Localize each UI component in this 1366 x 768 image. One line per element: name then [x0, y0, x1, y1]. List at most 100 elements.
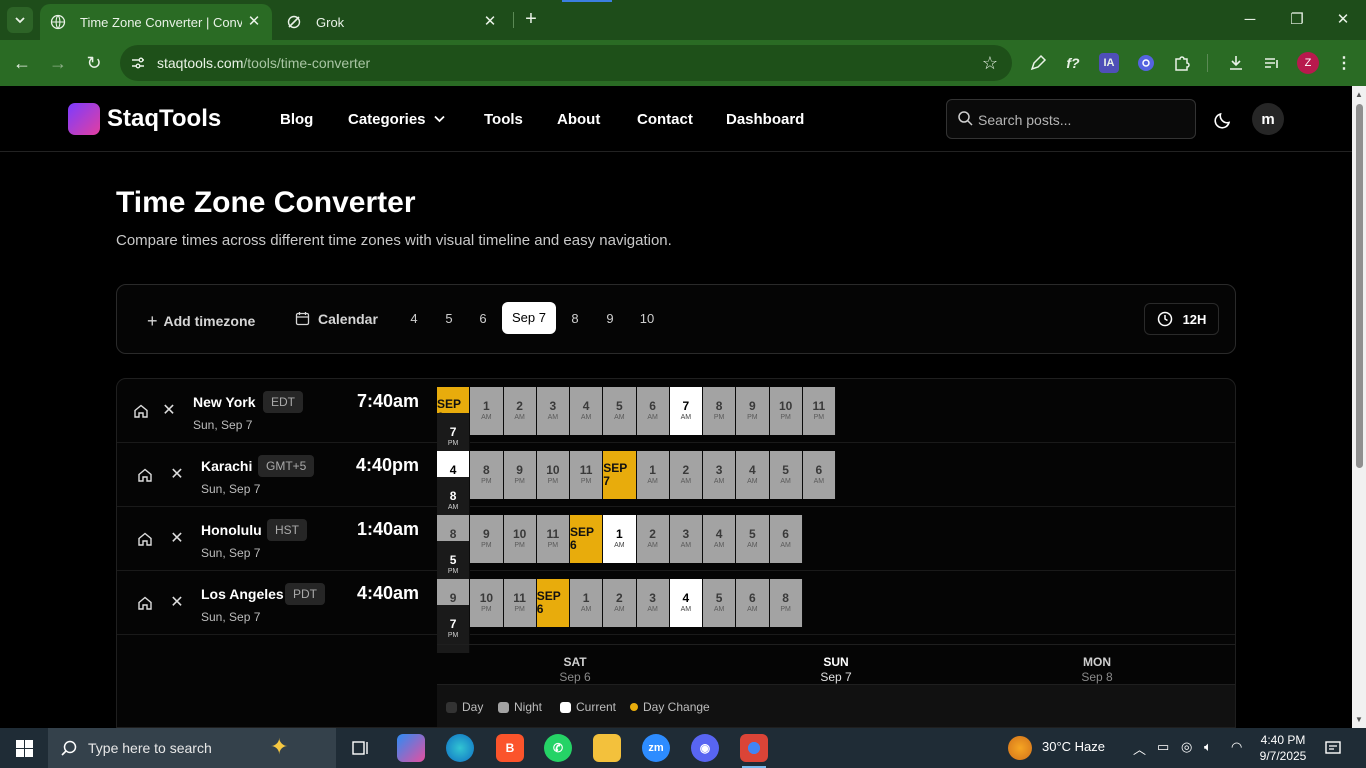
taskbar-clock[interactable]: 4:40 PM 9/7/2025: [1256, 732, 1310, 764]
hour-cell[interactable]: 10 PM: [536, 451, 570, 499]
browser-tab-grok[interactable]: Grok ✕: [276, 4, 508, 40]
scrollbar-thumb[interactable]: [1356, 104, 1363, 468]
hour-cell[interactable]: 1 AM: [470, 387, 504, 435]
hour-cell[interactable]: 11 PM: [570, 451, 604, 499]
tray-chevron-up-icon[interactable]: ︿: [1133, 739, 1146, 758]
back-icon[interactable]: ←: [11, 52, 33, 74]
hour-cell[interactable]: 5 AM: [736, 515, 770, 563]
current-hour-cell[interactable]: 1 AM: [603, 515, 637, 563]
close-tab-icon[interactable]: ✕: [246, 14, 262, 30]
day-button-10[interactable]: 10: [637, 311, 657, 326]
edge-icon[interactable]: [446, 734, 474, 762]
current-hour-cell[interactable]: 7 AM: [669, 387, 703, 435]
home-timezone-icon[interactable]: [137, 595, 153, 611]
download-icon[interactable]: [1226, 53, 1246, 73]
hour-cell[interactable]: 11 PM: [503, 579, 537, 627]
remove-timezone-icon[interactable]: ✕: [170, 467, 184, 483]
hour-cell[interactable]: 3 AM: [636, 579, 670, 627]
site-logo[interactable]: StaqTools: [107, 105, 221, 133]
hour-cell[interactable]: 9PM: [736, 387, 770, 435]
add-timezone-button[interactable]: + Add timezone: [147, 311, 255, 332]
current-hour-cell[interactable]: 4 AM: [669, 579, 703, 627]
hour-cell[interactable]: 2 AM: [636, 515, 670, 563]
hour-cell[interactable]: 2 AM: [603, 579, 637, 627]
hour-cell[interactable]: 3 AM: [703, 451, 737, 499]
hour-cell[interactable]: 2 AM: [503, 387, 537, 435]
scroll-down-icon[interactable]: ▼: [1355, 715, 1363, 724]
brave-icon[interactable]: B: [496, 734, 524, 762]
wifi-icon[interactable]: ◠: [1231, 739, 1242, 755]
discord-icon[interactable]: ◉: [691, 734, 719, 762]
hour-cell[interactable]: 1 AM: [570, 579, 604, 627]
chrome-icon[interactable]: [740, 734, 768, 768]
hour-cell[interactable]: 4 AM: [736, 451, 770, 499]
hour-cell[interactable]: 10 PM: [769, 387, 803, 435]
media-control-icon[interactable]: [1262, 53, 1282, 73]
hour-cell[interactable]: 6 AM: [802, 451, 836, 499]
hour-cell[interactable]: 3 AM: [536, 387, 570, 435]
scroll-up-icon[interactable]: ▲: [1355, 90, 1363, 99]
hour-cell[interactable]: 8PM: [769, 579, 803, 627]
home-timezone-icon[interactable]: [133, 403, 149, 419]
nav-categories[interactable]: Categories: [348, 111, 445, 128]
hour-cell[interactable]: 1 AM: [636, 451, 670, 499]
reload-icon[interactable]: ↻: [83, 52, 105, 74]
hour-cell[interactable]: 9PM: [470, 515, 504, 563]
dark-mode-toggle-icon[interactable]: [1213, 108, 1235, 130]
remove-timezone-icon[interactable]: ✕: [170, 531, 184, 547]
home-timezone-icon[interactable]: [137, 467, 153, 483]
nav-tools[interactable]: Tools: [484, 111, 523, 128]
remove-timezone-icon[interactable]: ✕: [162, 403, 176, 419]
user-avatar[interactable]: m: [1252, 103, 1284, 135]
browser-tab-active[interactable]: Time Zone Converter | Convert ✕: [40, 4, 272, 40]
hour-cell[interactable]: 6 AM: [769, 515, 803, 563]
hour-cell[interactable]: 6 AM: [636, 387, 670, 435]
hour-cell[interactable]: 4 AM: [570, 387, 604, 435]
forward-icon[interactable]: →: [47, 52, 69, 74]
hour-cell[interactable]: 4 AM: [703, 515, 737, 563]
nav-contact[interactable]: Contact: [637, 111, 693, 128]
whatsapp-icon[interactable]: ✆: [544, 734, 572, 762]
close-window-icon[interactable]: ✕: [1333, 10, 1353, 30]
hour-cell[interactable]: 2 AM: [669, 451, 703, 499]
day-change-cell[interactable]: SEP 7: [603, 451, 637, 499]
nav-about[interactable]: About: [557, 111, 600, 128]
day-button-4[interactable]: 4: [404, 311, 424, 326]
zoom-icon[interactable]: zm: [642, 734, 670, 762]
calendar-button[interactable]: Calendar: [295, 311, 378, 327]
day-button-9[interactable]: 9: [600, 311, 620, 326]
weather-haze-icon[interactable]: [1008, 736, 1032, 760]
task-view-icon[interactable]: [347, 734, 375, 762]
nav-blog[interactable]: Blog: [280, 111, 313, 128]
profile-avatar[interactable]: Z: [1297, 52, 1319, 74]
day-change-cell[interactable]: SEP 6: [570, 515, 604, 563]
more-menu-icon[interactable]: ⋮: [1334, 53, 1354, 73]
remove-timezone-icon[interactable]: ✕: [170, 595, 184, 611]
camera-icon[interactable]: ◎: [1181, 739, 1192, 755]
ia-extension-icon[interactable]: IA: [1099, 53, 1119, 73]
bookmark-star-icon[interactable]: ☆: [982, 53, 998, 74]
hour-cell[interactable]: 10 PM: [470, 579, 504, 627]
new-tab-button[interactable]: +: [520, 9, 542, 31]
day-button-6[interactable]: 6: [473, 311, 493, 326]
site-settings-icon[interactable]: [130, 55, 146, 71]
day-change-cell[interactable]: SEP 6: [536, 579, 570, 627]
hour-cell[interactable]: 5 AM: [603, 387, 637, 435]
formula-icon[interactable]: f?: [1063, 53, 1083, 73]
hour-cell[interactable]: 11 PM: [802, 387, 836, 435]
windows-start-icon[interactable]: [16, 740, 33, 757]
file-explorer-icon[interactable]: [593, 734, 621, 762]
day-button-5[interactable]: 5: [439, 311, 459, 326]
hour-cell[interactable]: 10 PM: [503, 515, 537, 563]
address-bar[interactable]: staqtools.com/tools/time-converter ☆: [120, 45, 1012, 81]
page-scrollbar[interactable]: ▲ ▼: [1352, 86, 1366, 728]
home-timezone-icon[interactable]: [137, 531, 153, 547]
search-input[interactable]: Search posts...: [946, 99, 1196, 139]
minimize-icon[interactable]: ─: [1240, 10, 1260, 30]
hour-cell[interactable]: 5 AM: [703, 579, 737, 627]
day-button-8[interactable]: 8: [565, 311, 585, 326]
copilot-icon[interactable]: [397, 734, 425, 762]
weather-text[interactable]: 30°C Haze: [1042, 739, 1105, 754]
puzzle-icon[interactable]: [1172, 53, 1192, 73]
volume-icon[interactable]: 🔈︎: [1204, 739, 1212, 755]
